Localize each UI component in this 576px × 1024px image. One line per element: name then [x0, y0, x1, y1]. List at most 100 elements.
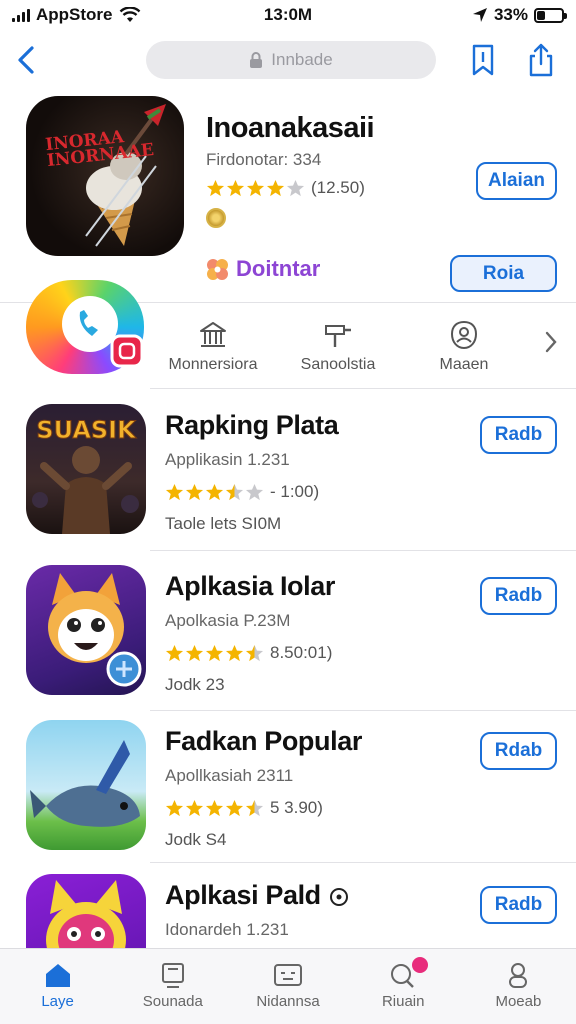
star-icon	[246, 179, 265, 196]
person-icon	[509, 963, 528, 988]
signal-icon	[12, 8, 30, 22]
tab-games[interactable]: Sounada	[115, 949, 230, 1024]
get-button[interactable]: Radb	[480, 416, 557, 454]
star-icon	[286, 179, 305, 196]
featured-secondary-button[interactable]: Roia	[450, 255, 557, 292]
app-title-text: Aplkasi Pald	[165, 880, 321, 910]
list-item[interactable]: Fadkan Popular Apollkasiah 2311 5 3.90) …	[0, 720, 576, 880]
chevron-right-icon[interactable]	[544, 330, 558, 354]
back-chevron-icon[interactable]	[12, 42, 42, 78]
list-item[interactable]: SUASIK Rapking Plata Applikasin 1.231 - …	[0, 404, 576, 564]
star-icon	[225, 483, 244, 500]
app-icon: SUASIK	[26, 404, 146, 534]
app-extra-info: Jodk 23	[165, 675, 225, 694]
star-icon	[225, 644, 244, 661]
star-icon	[185, 644, 204, 661]
app-subtitle: Applikasin 1.231	[165, 450, 290, 469]
search-field[interactable]: Innbade	[146, 41, 436, 79]
star-rating	[165, 644, 264, 663]
star-rating	[206, 179, 305, 198]
category-item[interactable]: Monnersiora	[168, 320, 258, 374]
list-item[interactable]: Aplkasia Iolar Apolkasia P.23M 8.50:01) …	[0, 565, 576, 725]
tab-label: Sounada	[142, 993, 203, 1010]
search-placeholder: Innbade	[271, 50, 333, 69]
featured-app-title: Inoanakasaii	[206, 112, 375, 144]
person-badge-icon	[450, 320, 478, 350]
app-title: Aplkasi Pald	[165, 880, 350, 911]
app-rating: - 1:00)	[165, 482, 319, 502]
fish-artwork	[30, 740, 140, 827]
star-icon	[205, 644, 224, 661]
star-icon	[165, 799, 184, 816]
featured-rating-text: (12.50)	[311, 178, 365, 197]
window-icon	[274, 964, 302, 986]
star-icon	[165, 644, 184, 661]
app-subtitle: Apolkasia P.23M	[165, 611, 291, 630]
category-item[interactable]: Maaen	[434, 320, 494, 374]
bank-icon	[200, 322, 226, 347]
tab-search[interactable]: Riuain	[346, 949, 461, 1024]
bookmark-icon[interactable]	[466, 42, 500, 78]
tab-today[interactable]: Laye	[0, 949, 115, 1024]
star-icon	[226, 179, 245, 196]
app-rating: 5 3.90)	[165, 798, 323, 818]
app-title: Fadkan Popular	[165, 726, 362, 756]
location-arrow-icon	[472, 8, 487, 22]
star-icon	[206, 179, 225, 196]
star-icon	[165, 483, 184, 500]
star-icon	[185, 483, 204, 500]
device-icon	[161, 963, 184, 988]
hammer-icon	[325, 325, 351, 347]
battery-percent: 33%	[493, 5, 528, 24]
tab-profile[interactable]: Moeab	[461, 949, 576, 1024]
status-bar: AppStore 13:0M 33%	[0, 0, 576, 30]
tab-label: Laye	[41, 993, 74, 1010]
carrier-label: AppStore	[36, 5, 113, 24]
featured-app-icon[interactable]: INORAA INORNAAE	[26, 96, 184, 256]
tab-apps[interactable]: Nidannsa	[230, 949, 345, 1024]
app-icon	[26, 565, 146, 695]
get-button[interactable]: Radb	[480, 577, 557, 615]
featured-brand-label: Doitntar	[236, 256, 321, 281]
star-icon	[245, 799, 264, 816]
get-button[interactable]: Rdab	[480, 732, 557, 770]
navigation-bar: Innbade	[0, 36, 576, 86]
app-extra-info: Taole lets SI0M	[165, 514, 282, 533]
refresh-circle-icon	[329, 887, 348, 906]
app-icon	[26, 720, 146, 850]
fox-mascot-artwork	[48, 573, 142, 687]
get-button[interactable]: Radb	[480, 886, 557, 924]
featured-action-button[interactable]: Alaian	[476, 162, 557, 200]
wifi-icon	[119, 7, 140, 22]
flower-icon	[207, 259, 228, 280]
featured-app: INORAA INORNAAE Inoanakasaii Firdonotar:…	[0, 96, 576, 301]
star-icon	[185, 799, 204, 816]
rating-text: 8.50:01)	[270, 643, 333, 662]
divider	[150, 710, 576, 711]
divider	[150, 550, 576, 551]
category-label: Monnersiora	[168, 356, 258, 373]
app-title: Aplkasia Iolar	[165, 571, 335, 601]
category-label: Sanoolstia	[300, 356, 376, 373]
ice-cream-artwork	[85, 104, 166, 247]
coin-icon	[206, 208, 226, 228]
category-item[interactable]: Sanoolstia	[296, 320, 380, 374]
divider	[150, 862, 576, 863]
star-icon	[245, 644, 264, 661]
featured-brand: Doitntar	[204, 256, 320, 282]
category-row: Monnersiora Sanoolstia Maaen	[0, 302, 576, 388]
star-icon	[205, 799, 224, 816]
star-icon	[245, 483, 264, 500]
notification-badge	[411, 957, 428, 973]
share-icon[interactable]	[524, 42, 558, 78]
star-rating	[165, 483, 264, 502]
rating-text: - 1:00)	[270, 482, 320, 501]
battery-level-fill	[537, 10, 545, 20]
category-label: Maaen	[439, 356, 489, 373]
star-icon	[205, 483, 224, 500]
rating-text: 5 3.90)	[270, 798, 323, 817]
tab-label: Riuain	[381, 993, 425, 1010]
star-icon	[225, 799, 244, 816]
tab-label: Nidannsa	[256, 993, 320, 1010]
tab-bar: Laye Sounada Nidannsa Riuain Moeab	[0, 948, 576, 1024]
